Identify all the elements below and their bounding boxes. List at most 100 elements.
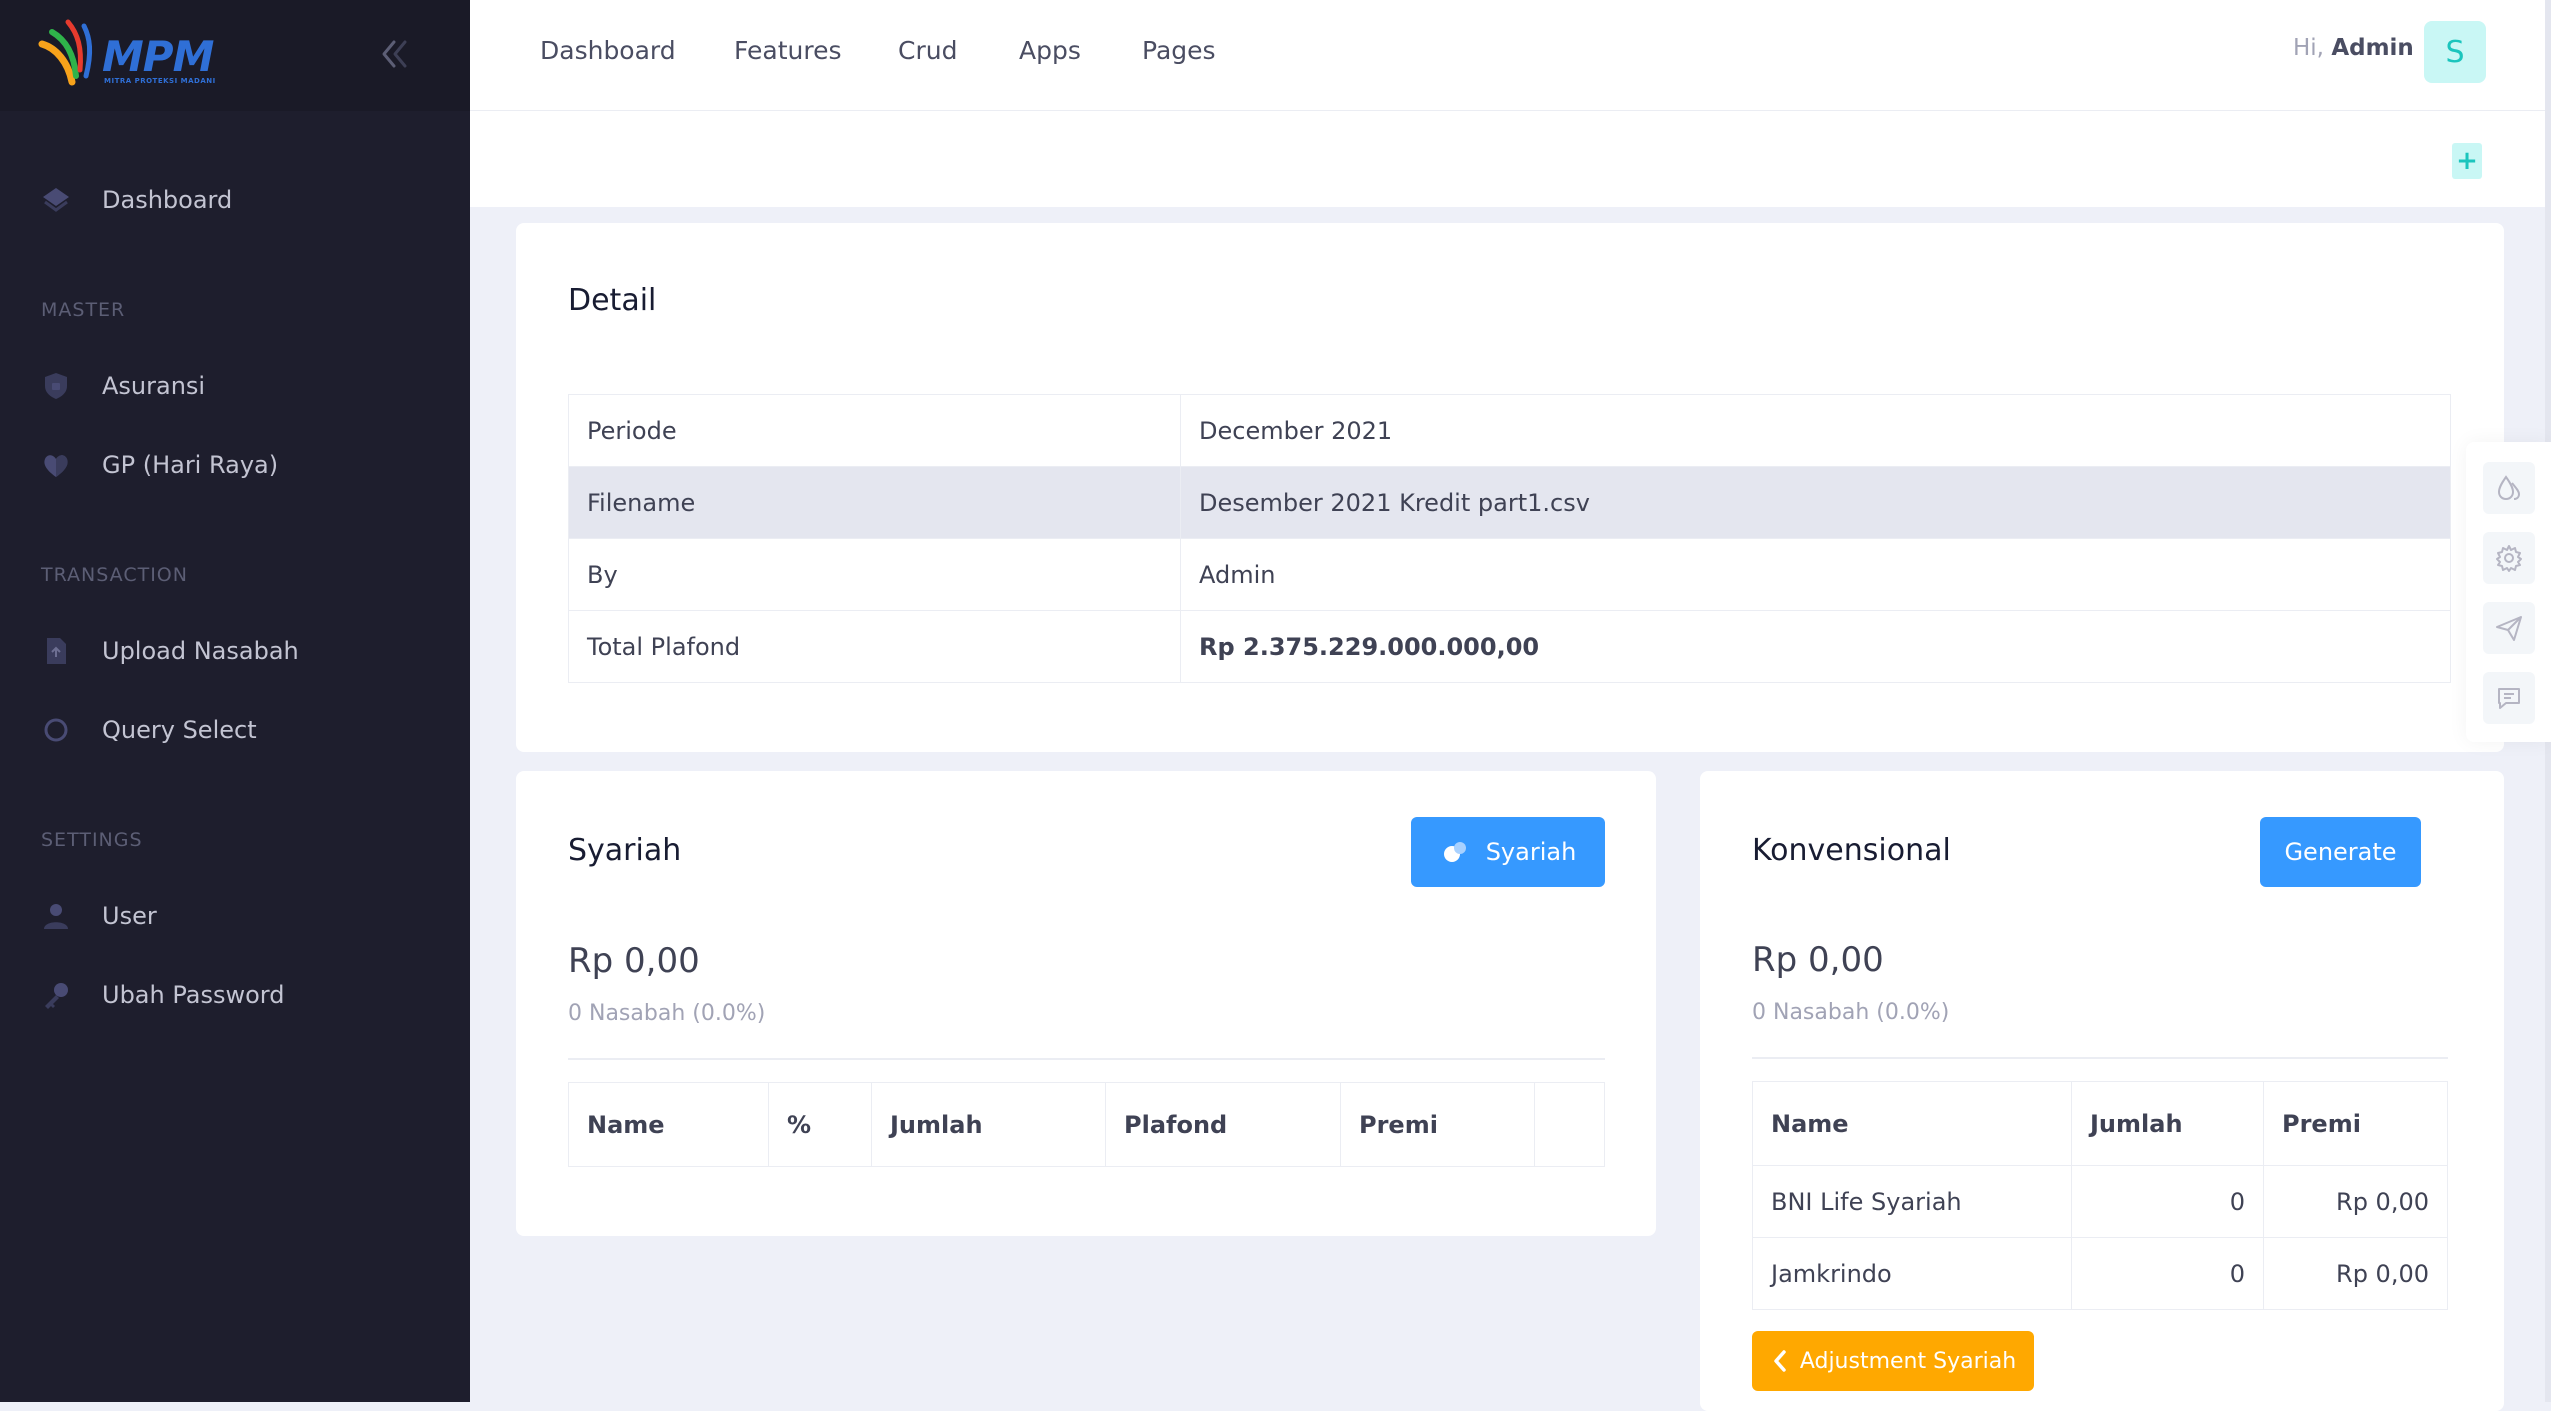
brand-logo[interactable]: MPM MITRA PROTEKSI MADANI [38,18,223,90]
double-chevron-left-icon [382,40,407,68]
sidebar-item-asuransi[interactable]: Asuransi [40,361,440,411]
add-button[interactable]: + [2452,143,2482,179]
paper-plane-icon [2496,616,2522,641]
avatar[interactable]: S [2424,21,2486,83]
column-header [1534,1082,1605,1167]
sidebar-item-ubah-password[interactable]: Ubah Password [40,970,440,1020]
section-transaction: TRANSACTION [41,564,188,586]
detail-value: Admin [1180,538,2451,611]
generate-button[interactable]: Generate [2260,817,2421,887]
section-settings: SETTINGS [41,829,143,851]
circle-icon [40,714,72,746]
detail-table: Periode December 2021 Filename Desember … [568,394,2451,683]
divider [568,1058,1605,1060]
send-button[interactable] [2483,602,2535,654]
spinner-icon [1443,842,1466,862]
chat-icon [2498,688,2520,709]
settings-button[interactable] [2483,532,2535,584]
sidebar-item-upload-nasabah[interactable]: Upload Nasabah [40,626,440,676]
key-icon [40,979,72,1011]
cell-premi: Rp 0,00 [2263,1165,2448,1238]
table-row: Jamkrindo 0 Rp 0,00 [1752,1237,2448,1310]
detail-value: December 2021 [1180,394,2451,467]
chat-button[interactable] [2483,672,2535,724]
nav-features[interactable]: Features [734,36,842,65]
theme-button[interactable] [2483,462,2535,514]
column-header: Jumlah [2071,1081,2264,1166]
sidebar-item-user[interactable]: User [40,891,440,941]
username: Admin [2331,35,2414,61]
section-master: MASTER [41,299,126,321]
user-greeting[interactable]: Hi, Admin [2293,35,2414,61]
column-header: Plafond [1105,1082,1341,1167]
detail-label: Periode [568,394,1181,467]
sidebar-item-label: Ubah Password [102,981,285,1009]
cell-jumlah: 0 [2071,1165,2264,1238]
button-label: Adjustment Syariah [1799,1348,2017,1374]
column-header: Name [1752,1081,2072,1166]
table-header-row: Name Jumlah Premi [1752,1081,2448,1166]
konvensional-card: Konvensional Generate Rp 0,00 0 Nasabah … [1700,771,2504,1411]
table-row: BNI Life Syariah 0 Rp 0,00 [1752,1165,2448,1238]
cell-name: Jamkrindo [1752,1237,2072,1310]
syariah-table: Name % Jumlah Plafond Premi [568,1082,1605,1167]
detail-label: Total Plafond [568,610,1181,683]
greeting-text: Hi, [2293,35,2324,61]
cell-premi: Rp 0,00 [2263,1237,2448,1310]
gear-icon [2496,545,2522,572]
sidebar-item-dashboard[interactable]: Dashboard [40,175,440,225]
drops-icon [2497,475,2521,501]
nav-crud[interactable]: Crud [898,36,957,65]
nav-apps[interactable]: Apps [1019,36,1081,65]
file-upload-icon [40,635,72,667]
column-header: % [768,1082,872,1167]
column-header: Premi [2263,1081,2448,1166]
table-header-row: Name % Jumlah Plafond Premi [568,1082,1605,1167]
sidebar-item-label: Upload Nasabah [102,637,299,665]
nav-pages[interactable]: Pages [1142,36,1216,65]
konvensional-table: Name Jumlah Premi BNI Life Syariah 0 Rp … [1752,1081,2448,1310]
detail-label: Filename [568,466,1181,539]
adjustment-syariah-button[interactable]: Adjustment Syariah [1752,1331,2034,1391]
table-row: By Admin [568,538,2451,611]
table-row: Periode December 2021 [568,394,2451,467]
konvensional-amount: Rp 0,00 [1752,940,1884,980]
subheader [470,111,2551,207]
sidebar-item-label: Dashboard [102,186,233,214]
column-header: Name [568,1082,769,1167]
sidebar-item-gp[interactable]: GP (Hari Raya) [40,440,440,490]
brand: MPM MITRA PROTEKSI MADANI [0,0,470,111]
button-label: Syariah [1485,838,1577,866]
column-header: Premi [1340,1082,1535,1167]
detail-value: Desember 2021 Kredit part1.csv [1180,466,2451,539]
syariah-card: Syariah Syariah Rp 0,00 0 Nasabah (0.0%)… [516,771,1656,1236]
table-row: Total Plafond Rp 2.375.229.000.000,00 [568,610,2451,683]
detail-label: By [568,538,1181,611]
sidebar: MPM MITRA PROTEKSI MADANI Dashboard MAST… [0,0,470,1402]
layers-icon [40,184,72,216]
detail-card: Detail Periode December 2021 Filename De… [516,223,2504,752]
sidebar-item-label: GP (Hari Raya) [102,451,279,479]
cell-jumlah: 0 [2071,1237,2264,1310]
quick-toolbar [2466,442,2551,742]
divider [1752,1057,2448,1059]
logo-icon [38,19,93,86]
user-icon [40,900,72,932]
sidebar-item-label: User [102,902,157,930]
syariah-title: Syariah [568,833,682,868]
sidebar-item-label: Query Select [102,716,257,744]
syariah-amount: Rp 0,00 [568,941,700,981]
collapse-sidebar-button[interactable] [372,32,416,76]
heart-icon [40,449,72,481]
shield-icon [40,370,72,402]
nav-dashboard[interactable]: Dashboard [540,36,676,65]
column-header: Jumlah [871,1082,1106,1167]
cell-name: BNI Life Syariah [1752,1165,2072,1238]
syariah-nasabah: 0 Nasabah (0.0%) [568,1001,766,1026]
logo-subtitle: MITRA PROTEKSI MADANI [104,77,216,85]
sidebar-item-query-select[interactable]: Query Select [40,705,440,755]
konvensional-nasabah: 0 Nasabah (0.0%) [1752,1000,1950,1025]
syariah-button[interactable]: Syariah [1411,817,1605,887]
table-row: Filename Desember 2021 Kredit part1.csv [568,466,2451,539]
detail-value: Rp 2.375.229.000.000,00 [1180,610,2451,683]
